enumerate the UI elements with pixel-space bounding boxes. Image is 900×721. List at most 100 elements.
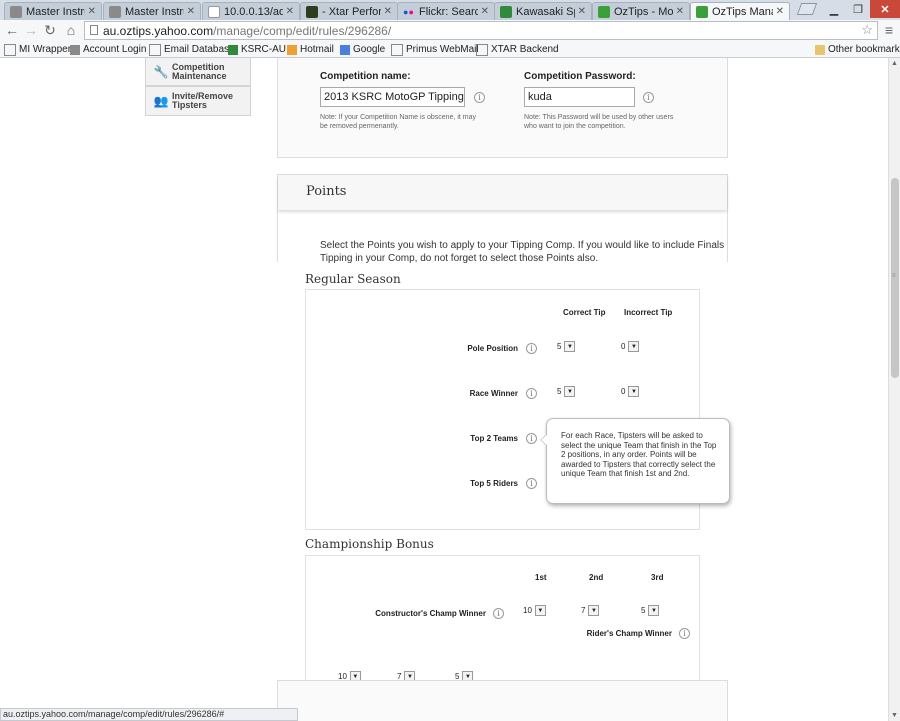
browser-toolbar: ← → ↻ ⌂ au.oztips.yahoo.com/manage/comp/… [0, 20, 900, 42]
bookmark-ksrc-au[interactable]: KSRC-AU [228, 43, 286, 56]
grip-icon: ≡ [892, 273, 896, 279]
bookmark-label: Email Database [164, 44, 235, 55]
competition-password-label: Competition Password: [524, 71, 636, 82]
info-icon[interactable]: i [643, 92, 654, 103]
xtar-icon [306, 5, 318, 18]
close-icon[interactable]: ✕ [286, 6, 294, 17]
select-value: 7 [581, 606, 586, 615]
hotmail-icon [287, 44, 297, 55]
star-icon[interactable]: ☆ [861, 22, 873, 38]
tab-1[interactable]: Master Instrume ✕ [4, 2, 102, 20]
close-icon[interactable]: ✕ [676, 6, 684, 17]
url-host: au.oztips.yahoo.com [103, 23, 214, 38]
pole-position-incorrect-select[interactable]: 0 ▼ [621, 340, 640, 353]
page-icon [90, 25, 98, 35]
kawasaki-icon [228, 44, 238, 55]
scroll-thumb[interactable]: ≡ [891, 178, 899, 378]
scroll-down-icon[interactable]: ▼ [891, 712, 898, 719]
sidebar-item-competition-maintenance[interactable]: 🔧 Competition Maintenance [145, 58, 251, 86]
bookmark-label: Hotmail [300, 44, 334, 55]
bookmark-account-login[interactable]: Account Login [70, 43, 146, 56]
close-window-button[interactable]: ✕ [870, 0, 900, 18]
home-button[interactable]: ⌂ [62, 21, 80, 39]
arrow-left-icon: ← [5, 22, 19, 38]
folder-icon [815, 44, 825, 55]
row-pole-position-label: Pole Position [467, 344, 518, 353]
tab-label: OzTips - MotoG [614, 5, 673, 18]
bookmark-email-database[interactable]: Email Database [149, 43, 235, 56]
col-1st: 1st [535, 573, 547, 582]
race-winner-incorrect-select[interactable]: 0 ▼ [621, 385, 640, 398]
new-tab-button[interactable] [794, 0, 820, 18]
reload-button[interactable]: ↻ [41, 21, 59, 39]
bookmark-primus-webmail[interactable]: Primus WebMail [391, 43, 479, 56]
info-icon[interactable]: i [474, 92, 485, 103]
menu-button[interactable]: ≡ [880, 21, 898, 39]
tab-label: 10.0.0.13/admin [224, 5, 283, 18]
championship-bonus-title: Championship Bonus [305, 537, 434, 551]
bookmarks-bar: MI Wrapper Account Login Email Database … [0, 42, 900, 58]
close-icon[interactable]: ✕ [384, 6, 392, 17]
tab-3[interactable]: 10.0.0.13/admin ✕ [202, 2, 300, 20]
sidebar-item-invite-remove[interactable]: 👥 Invite/Remove Tipsters [145, 86, 251, 116]
info-icon[interactable]: i [526, 433, 537, 444]
tab-4[interactable]: - Xtar Performa ✕ [300, 2, 398, 20]
address-bar[interactable]: au.oztips.yahoo.com/manage/comp/edit/rul… [84, 21, 878, 40]
next-panel [277, 680, 728, 721]
tab-label: Kawasaki Sports [516, 5, 575, 18]
tab-label: Master Instrume [26, 5, 85, 18]
select-value: 0 [621, 387, 626, 396]
constructor-1st-select[interactable]: 10 ▼ [523, 604, 546, 617]
bookmark-mi-wrapper[interactable]: MI Wrapper [4, 43, 71, 56]
info-icon[interactable]: i [493, 608, 504, 619]
chevron-down-icon: ▼ [628, 341, 640, 352]
info-icon[interactable]: i [526, 478, 537, 489]
bookmark-label: Account Login [83, 44, 147, 55]
bookmark-hotmail[interactable]: Hotmail [287, 43, 334, 56]
pole-position-correct-select[interactable]: 5 ▼ [557, 340, 576, 353]
forward-button[interactable]: → [22, 21, 40, 39]
home-icon: ⌂ [66, 22, 76, 38]
tab-strip: Master Instrume ✕ Master Instrume ✕ 10.0… [0, 0, 900, 20]
close-icon[interactable]: ✕ [776, 6, 784, 17]
back-button[interactable]: ← [3, 21, 21, 39]
page-icon [391, 43, 403, 56]
tab-7[interactable]: OzTips - MotoG ✕ [592, 2, 690, 20]
bookmark-google[interactable]: Google [340, 43, 385, 56]
sidebar-item-label: Invite/Remove Tipsters [172, 91, 234, 110]
select-value: 5 [557, 387, 562, 396]
close-icon[interactable]: ✕ [187, 6, 195, 17]
close-icon[interactable]: ✕ [88, 6, 96, 17]
select-value: 10 [523, 606, 532, 615]
competition-name-input[interactable]: 2013 KSRC MotoGP Tipping Co [320, 87, 465, 107]
regular-season-title: Regular Season [305, 272, 401, 286]
constructor-2nd-select[interactable]: 7 ▼ [581, 604, 600, 617]
bookmark-label: MI Wrapper [19, 44, 72, 55]
scroll-up-icon[interactable]: ▲ [891, 60, 898, 67]
competition-password-input[interactable]: kuda [524, 87, 635, 107]
tab-6[interactable]: Kawasaki Sports ✕ [494, 2, 592, 20]
competition-name-label: Competition name: [320, 71, 411, 82]
maximize-button[interactable]: ❐ [846, 0, 870, 18]
google-icon [340, 44, 350, 55]
race-winner-correct-select[interactable]: 5 ▼ [557, 385, 576, 398]
info-icon[interactable]: i [679, 628, 690, 639]
reload-icon: ↻ [44, 21, 56, 38]
tab-label: Flickr: Search N [419, 5, 478, 18]
minimize-button[interactable]: ▁ [822, 0, 846, 18]
wrench-icon: 🔧 [153, 64, 169, 79]
bookmark-other[interactable]: Other bookmarks [815, 43, 900, 56]
close-icon[interactable]: ✕ [578, 6, 586, 17]
url-text: au.oztips.yahoo.com/manage/comp/edit/rul… [103, 24, 391, 38]
menu-icon: ≡ [884, 22, 894, 38]
info-icon[interactable]: i [526, 343, 537, 354]
tab-2[interactable]: Master Instrume ✕ [103, 2, 201, 20]
col-2nd: 2nd [589, 573, 604, 582]
bookmark-xtar-backend[interactable]: XTAR Backend [476, 43, 559, 56]
tab-5[interactable]: ●● Flickr: Search N ✕ [397, 2, 495, 20]
scrollbar[interactable]: ▲ ≡ ▼ [888, 58, 900, 721]
close-icon[interactable]: ✕ [481, 6, 489, 17]
constructor-3rd-select[interactable]: 5 ▼ [641, 604, 660, 617]
info-icon[interactable]: i [526, 388, 537, 399]
tab-8-active[interactable]: OzTips Manage ✕ [690, 2, 790, 20]
